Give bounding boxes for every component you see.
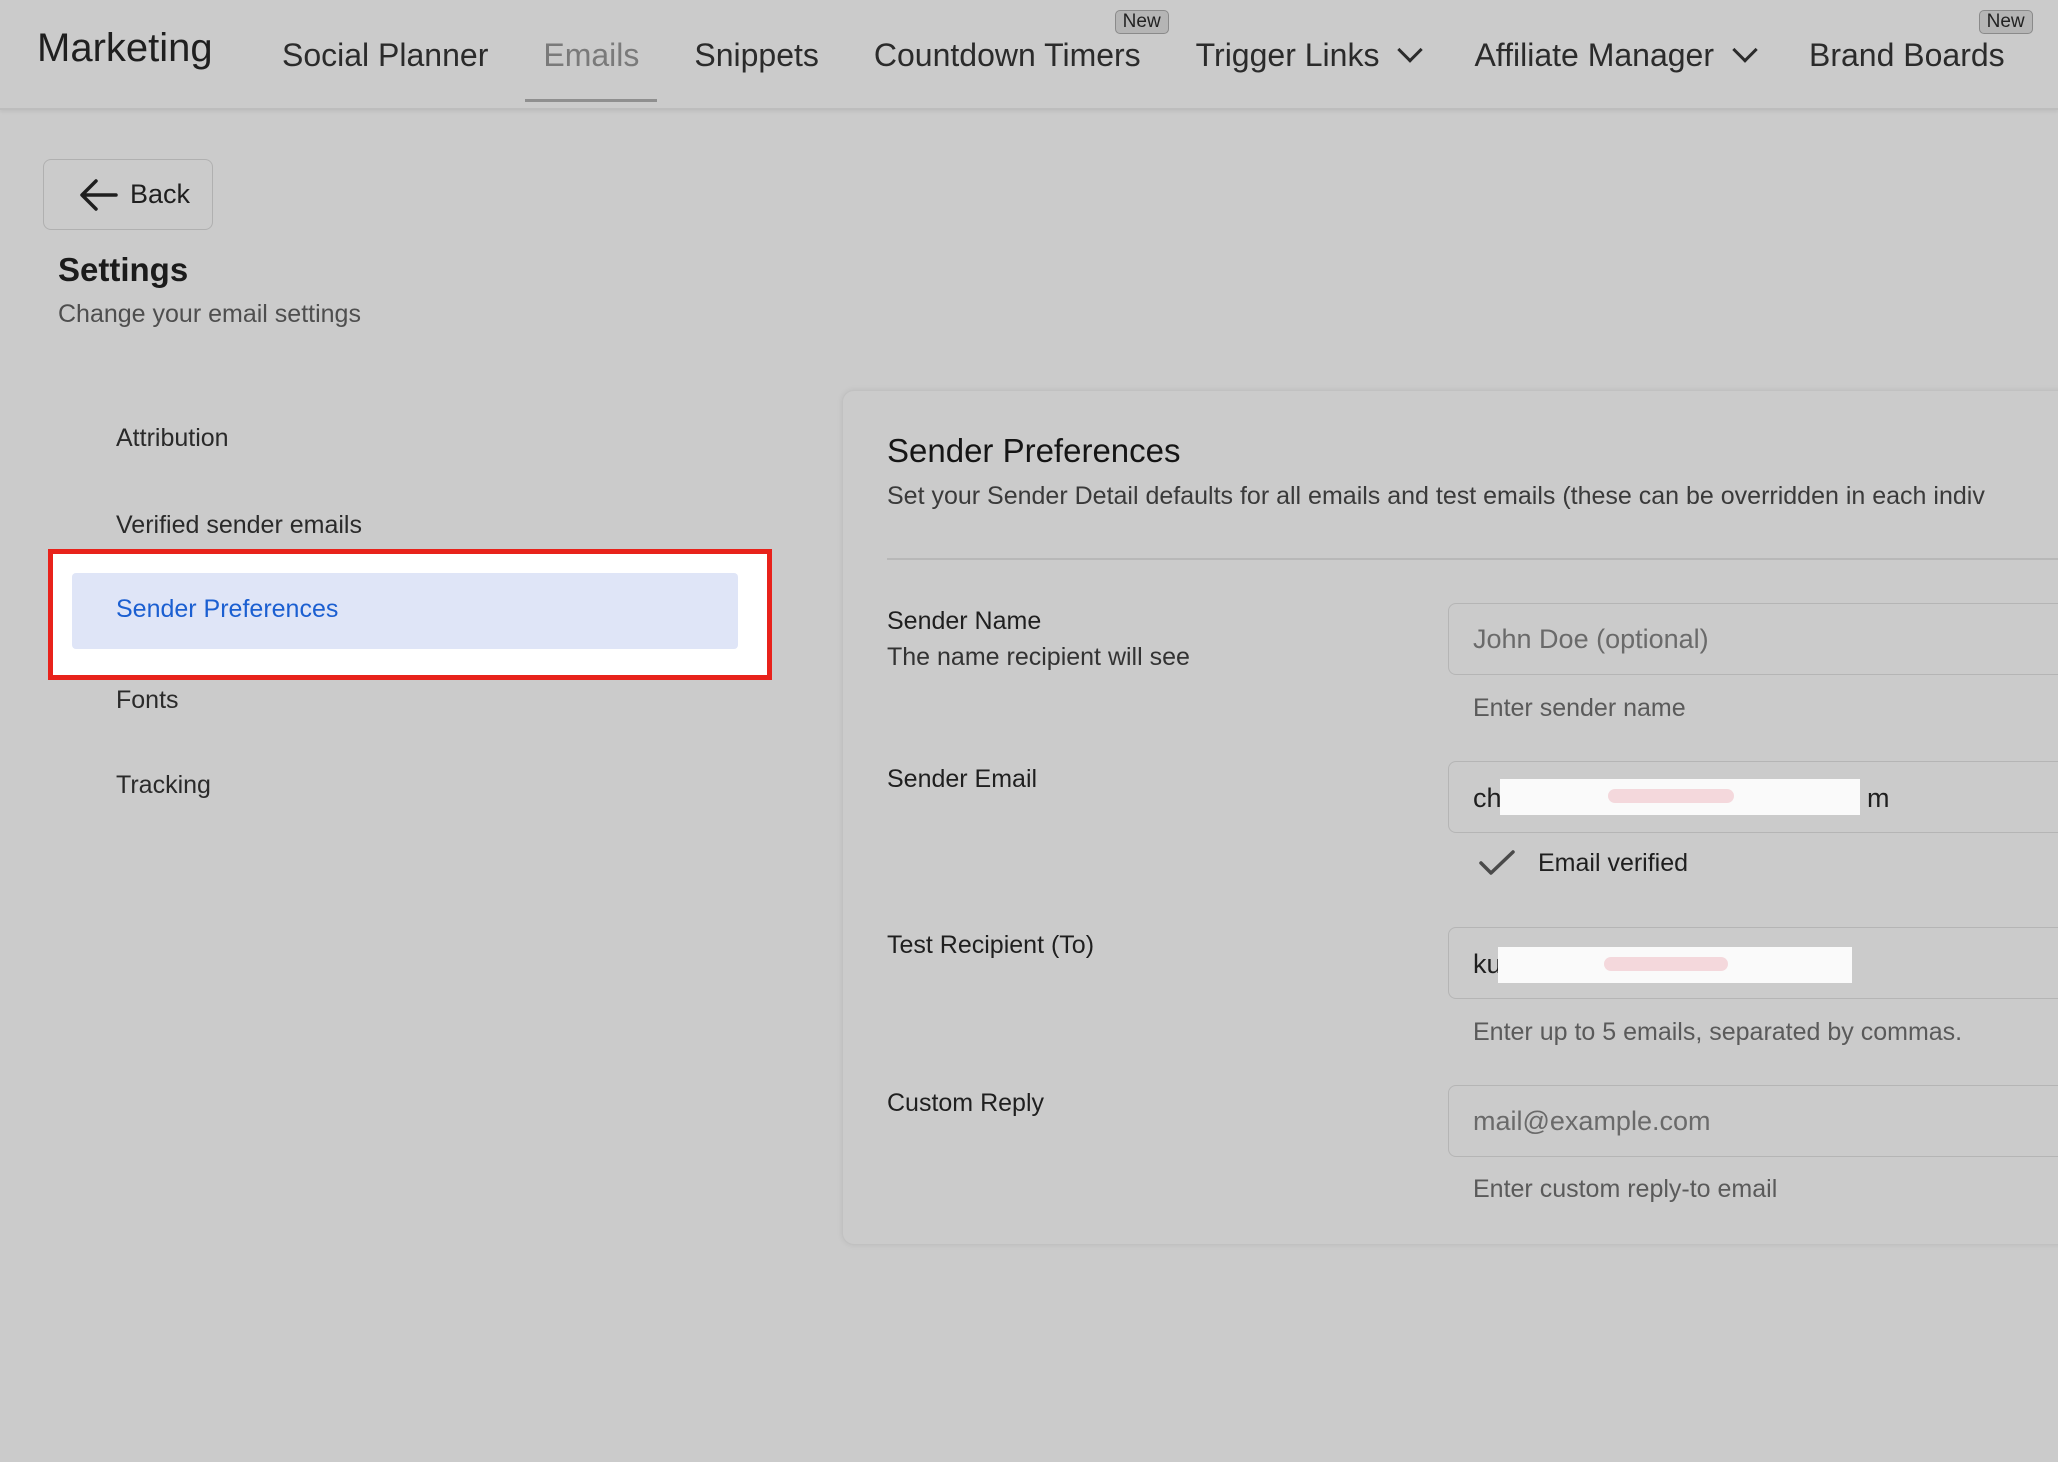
redacted-email xyxy=(1500,779,1860,815)
redacted-email xyxy=(1498,947,1852,983)
checkmark-icon xyxy=(1479,850,1515,875)
new-badge: New xyxy=(1114,10,1169,34)
test-recipient-label: Test Recipient (To) xyxy=(887,931,1095,959)
sender-name-input[interactable] xyxy=(1473,604,2058,674)
chevron-down-icon xyxy=(1397,37,1424,63)
nav-label: Countdown Timers xyxy=(873,36,1141,73)
sender-email-label: Sender Email xyxy=(887,765,1038,793)
top-nav-bar: Marketing Social Planner Emails Snippets… xyxy=(0,0,2058,110)
menu-item-sender-preferences[interactable]: Sender Preferences xyxy=(72,573,738,649)
nav-trigger-links[interactable]: Trigger Links xyxy=(1195,0,1424,110)
nav-label: Trigger Links xyxy=(1195,36,1380,73)
nav-label: Snippets xyxy=(694,36,819,73)
nav-affiliate-manager[interactable]: Affiliate Manager xyxy=(1474,0,1758,110)
email-verified-label: Email verified xyxy=(1538,848,1689,877)
menu-item-tracking[interactable]: Tracking xyxy=(116,771,211,800)
nav-label: Affiliate Manager xyxy=(1474,36,1714,73)
custom-reply-input[interactable] xyxy=(1473,1086,2058,1156)
sender-name-sublabel: The name recipient will see xyxy=(887,643,1190,671)
back-label: Back xyxy=(130,179,191,209)
nav-countdown-timers[interactable]: Countdown Timers New xyxy=(873,0,1169,110)
menu-item-fonts[interactable]: Fonts xyxy=(116,686,179,715)
nav-label: Brand Boards xyxy=(1808,36,2005,73)
nav-emails[interactable]: Emails xyxy=(525,0,658,110)
main-nav: Social Planner Emails Snippets Countdown… xyxy=(282,0,2058,110)
menu-item-label: Sender Preferences xyxy=(116,595,339,623)
nav-snippets[interactable]: Snippets xyxy=(694,0,819,110)
custom-reply-label: Custom Reply xyxy=(887,1089,1044,1117)
page-title: Settings xyxy=(58,251,189,288)
sender-email-value-prefix: ch xyxy=(1473,783,1502,813)
chevron-down-icon xyxy=(1732,37,1758,63)
page-subtitle: Change your email settings xyxy=(58,300,361,328)
back-button[interactable]: Back xyxy=(43,159,213,230)
new-badge: New xyxy=(1978,10,2033,34)
custom-reply-field[interactable] xyxy=(1448,1085,2058,1157)
nav-brand-boards[interactable]: Brand Boards New xyxy=(1808,0,2033,110)
test-recipient-help: Enter up to 5 emails, separated by comma… xyxy=(1473,1018,1963,1046)
menu-item-attribution[interactable]: Attribution xyxy=(116,424,229,453)
card-description: Set your Sender Detail defaults for all … xyxy=(887,482,1985,510)
app-title: Marketing xyxy=(37,26,213,70)
card-title: Sender Preferences xyxy=(887,432,1181,469)
nav-social-planner[interactable]: Social Planner xyxy=(282,0,488,110)
sender-name-label: Sender Name xyxy=(887,607,1042,635)
custom-reply-help: Enter custom reply-to email xyxy=(1473,1175,1778,1203)
sender-name-help: Enter sender name xyxy=(1473,694,1686,722)
sender-name-field[interactable] xyxy=(1448,603,2058,675)
nav-label: Emails xyxy=(543,36,640,73)
arrow-left-icon xyxy=(80,178,118,211)
sender-email-value-suffix: m xyxy=(1867,783,1890,813)
divider xyxy=(887,558,2058,560)
email-verified-status: Email verified xyxy=(1478,848,1688,878)
nav-label: Social Planner xyxy=(282,36,489,73)
menu-item-verified-sender-emails[interactable]: Verified sender emails xyxy=(116,511,362,540)
